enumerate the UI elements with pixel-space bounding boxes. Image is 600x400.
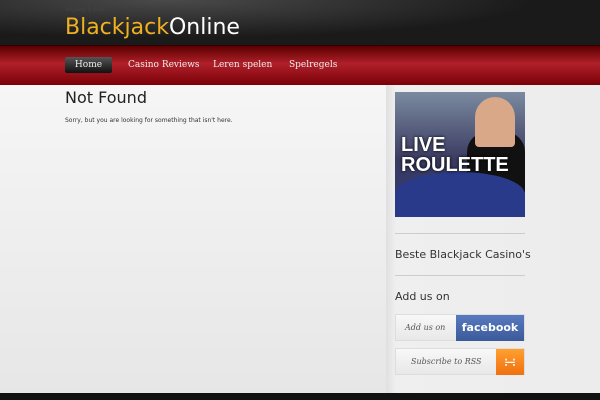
rss-label: Subscribe to RSS	[411, 357, 482, 366]
logo-part1: Blackjack	[65, 15, 169, 40]
widget-title-casinos: Beste Blackjack Casino's	[395, 248, 531, 261]
date: vrijdag 5 juni	[65, 6, 105, 13]
promo-line2: ROULETTE	[401, 154, 509, 176]
page-title: Not Found	[65, 88, 147, 107]
divider	[395, 275, 525, 276]
rss-button[interactable]: Subscribe to RSS ∺	[395, 348, 525, 375]
not-found-message: Sorry, but you are looking for something…	[65, 117, 233, 124]
facebook-button[interactable]: Add us on facebook	[395, 314, 525, 341]
live-roulette-banner[interactable]: LIVE ROULETTE	[395, 92, 525, 217]
logo-part2: Online	[168, 15, 240, 40]
site-logo[interactable]: BlackjackOnline	[65, 15, 240, 41]
rss-icon: ∺	[496, 349, 524, 375]
roulette-table	[395, 172, 525, 217]
facebook-label: Add us on	[405, 323, 446, 332]
nav-leren-spelen[interactable]: Leren spelen	[213, 57, 272, 73]
header: vrijdag 5 juni BlackjackOnline	[0, 0, 600, 45]
dealer-head	[475, 97, 515, 147]
footer-bar	[0, 393, 600, 400]
nav-spelregels[interactable]: Spelregels	[289, 57, 337, 73]
nav-home[interactable]: Home	[65, 57, 112, 73]
main-nav: Home Casino Reviews Leren spelen Spelreg…	[0, 45, 600, 85]
nav-casino-reviews[interactable]: Casino Reviews	[128, 57, 200, 73]
facebook-icon: facebook	[456, 315, 524, 341]
divider	[395, 233, 525, 234]
widget-title-add-us: Add us on	[395, 290, 450, 303]
